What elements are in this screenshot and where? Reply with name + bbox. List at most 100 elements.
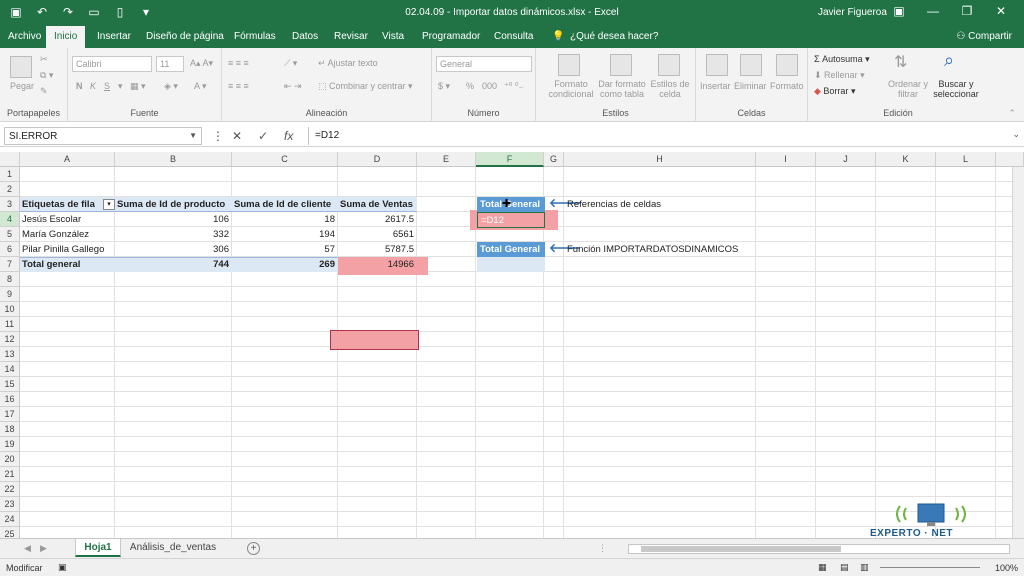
pivot-header-client[interactable]: Suma de Id de cliente [234,197,337,212]
user-name[interactable]: Javier Figueroa [818,7,887,18]
column-header-b[interactable]: B [115,152,232,167]
column-header-k[interactable]: K [876,152,936,167]
worksheet-grid[interactable]: ABCDEFGHIJKL 1 2 3 4 5 6 7 8 9 10 11 12 13 14 15 16 17 18… [0,152,1024,538]
zoom-level[interactable]: 100% [995,563,1018,573]
delete-cells-button[interactable]: Eliminar [734,81,767,91]
ribbon-options-icon[interactable]: ▣ [882,4,916,18]
collapse-ribbon-icon[interactable]: ⌃ [1008,108,1016,119]
active-cell-edit[interactable]: =D12 [477,212,545,228]
cell-styles-button[interactable]: Estilos de celda [650,79,690,99]
font-size-select[interactable]: 11 [156,56,184,72]
row-header-5[interactable]: 5 [0,227,20,242]
page-break-icon[interactable]: ▥ [860,562,869,573]
underline-dropdown-icon[interactable]: ▾ [118,81,123,92]
tab-revisar[interactable]: Revisar [334,31,368,42]
fill-button[interactable]: ⬇ Rellenar ▾ [814,70,865,81]
formula-input[interactable]: =D12 [308,127,1010,145]
add-sheet-icon[interactable]: + [247,542,260,555]
delete-cells-icon[interactable] [740,54,762,76]
table-row-label[interactable]: Jesús Escolar [22,212,114,227]
format-table-icon[interactable] [610,54,632,76]
autosum-button[interactable]: Σ Autosuma ▾ [814,54,870,65]
tab-inicio[interactable]: Inicio [46,26,86,48]
table-cell[interactable]: 2617.5 [338,212,417,227]
insert-function-icon[interactable]: fx [284,129,293,143]
minimize-icon[interactable]: — [916,4,950,18]
row-header-12[interactable]: 12 [0,332,20,347]
row-header-21[interactable]: 21 [0,467,20,482]
row-header-8[interactable]: 8 [0,272,20,287]
row-header-2[interactable]: 2 [0,182,20,197]
grow-font-icon[interactable]: A▴ A▾ [190,58,213,69]
share-button[interactable]: ⚇ Compartir [956,31,1012,42]
paste-button[interactable]: Pegar [10,81,34,91]
pivot-total-client[interactable]: 269 [232,257,338,272]
zoom-slider[interactable] [880,567,980,568]
pivot-total-label[interactable]: Total general [22,257,114,272]
font-name-select[interactable]: Calibri [72,56,152,72]
column-header-c[interactable]: C [232,152,338,167]
format-painter-icon[interactable]: ✎ [40,86,48,97]
normal-view-icon[interactable]: ▦ [818,562,827,573]
borders-icon[interactable]: ▦ ▾ [130,81,146,92]
sheet-tab-analisis[interactable]: Análisis_de_ventas [123,539,223,557]
sort-filter-icon[interactable]: ⇅ [894,52,907,72]
tab-archivo[interactable]: Archivo [8,31,41,42]
side-function-result[interactable] [477,257,545,272]
number-format-select[interactable]: General [436,56,532,72]
row-header-22[interactable]: 22 [0,482,20,497]
chevron-down-icon[interactable]: ▼ [189,131,197,140]
table-cell[interactable]: 332 [115,227,232,242]
page-layout-icon[interactable]: ▤ [840,562,849,573]
tab-vista[interactable]: Vista [382,31,404,42]
column-header-h[interactable]: H [564,152,756,167]
percent-button[interactable]: % [466,81,474,91]
side-header-function[interactable]: Total General [477,242,545,257]
column-header-d[interactable]: D [338,152,417,167]
merge-center-button[interactable]: ⬚ Combinar y centrar ▾ [318,81,413,92]
table-cell[interactable]: 18 [232,212,338,227]
pivot-header-product[interactable]: Suma de Id de producto [117,197,231,212]
table-row-label[interactable]: María González [22,227,114,242]
table-cell[interactable]: 106 [115,212,232,227]
pivot-header-sales[interactable]: Suma de Ventas [340,197,417,212]
row-header-6[interactable]: 6 [0,242,20,257]
accounting-format-icon[interactable]: $ ▾ [438,81,450,92]
row-header-15[interactable]: 15 [0,377,20,392]
bold-button[interactable]: N [76,81,83,91]
tab-datos[interactable]: Datos [292,31,318,42]
row-header-20[interactable]: 20 [0,452,20,467]
prev-sheet-icon[interactable]: ◀ [24,543,31,554]
cut-icon[interactable]: ✂ [40,54,48,65]
row-header-7[interactable]: 7 [0,257,20,272]
column-header-e[interactable]: E [417,152,476,167]
conditional-format-icon[interactable] [558,54,580,76]
copy-icon[interactable]: ⧉ ▾ [40,70,53,81]
format-cells-icon[interactable] [776,54,798,76]
tab-formulas[interactable]: Fórmulas [234,31,276,42]
format-cells-button[interactable]: Formato [770,81,804,91]
row-header-17[interactable]: 17 [0,407,20,422]
row-header-25[interactable]: 25 [0,527,20,538]
clear-button[interactable]: ◆ Borrar ▾ [814,86,855,97]
row-header-11[interactable]: 11 [0,317,20,332]
italic-button[interactable]: K [90,81,96,91]
row-header-24[interactable]: 24 [0,512,20,527]
format-table-button[interactable]: Dar formato como tabla [596,79,648,99]
column-header-a[interactable]: A [20,152,115,167]
row-header-14[interactable]: 14 [0,362,20,377]
row-header-16[interactable]: 16 [0,392,20,407]
align-left-icon[interactable]: ≡ ≡ ≡ [228,81,249,91]
font-color-icon[interactable]: A ▾ [194,81,207,92]
column-header-f[interactable]: F [476,152,544,167]
tell-me-search[interactable]: ¿Qué desea hacer? [570,31,658,42]
row-header-19[interactable]: 19 [0,437,20,452]
macro-record-icon[interactable]: ▣ [58,562,67,573]
next-sheet-icon[interactable]: ▶ [40,543,47,554]
vertical-scrollbar[interactable] [1012,167,1024,538]
note-cell-references[interactable]: Referencias de celdas [567,197,767,212]
maximize-icon[interactable]: ❐ [950,4,984,18]
fill-color-icon[interactable]: ◈ ▾ [164,81,178,92]
table-row-label[interactable]: Pilar Pinilla Gallego [22,242,114,257]
pivot-total-sales[interactable]: 14966 [338,257,417,272]
